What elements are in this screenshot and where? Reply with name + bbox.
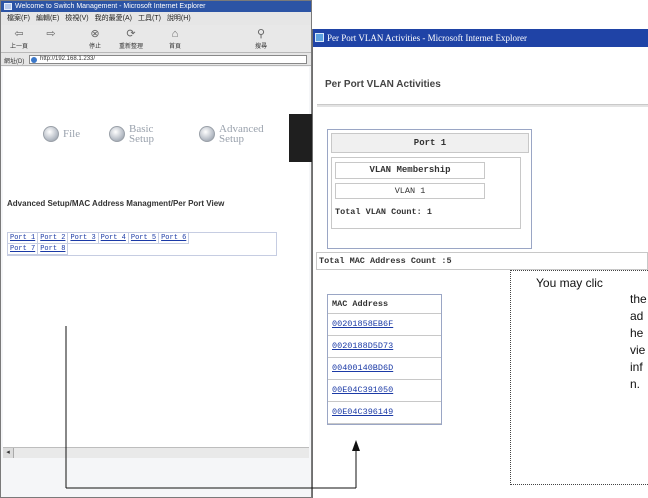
mac-address-link[interactable]: 0020188D5D73 xyxy=(328,336,441,358)
page-title: Per Port VLAN Activities xyxy=(325,79,441,90)
total-vlan-count: Total VLAN Count: 1 xyxy=(335,207,432,217)
menu-edit[interactable]: 編輯(E) xyxy=(36,12,59,25)
nav-file-label: File xyxy=(63,128,81,140)
port-row: Port 7 Port 8 xyxy=(8,244,276,255)
total-mac-count: Total MAC Address Count :5 xyxy=(316,252,648,270)
refresh-icon: ⟳ xyxy=(126,28,136,40)
callout-line-6: inf xyxy=(630,360,643,374)
nav-basic-setup-label: Basic Setup xyxy=(129,124,155,145)
mac-address-link[interactable]: 00400140BD6D xyxy=(328,358,441,380)
main-window-title: Welcome to Switch Management - Microsoft… xyxy=(15,3,206,10)
port-info-panel: Port 1 VLAN Membership VLAN 1 Total VLAN… xyxy=(327,129,532,249)
callout-line-4: he xyxy=(630,326,644,340)
ie-icon xyxy=(4,3,12,10)
port-link-3[interactable]: Port 3 xyxy=(68,233,99,244)
menu-file[interactable]: 檔案(F) xyxy=(7,12,30,25)
mac-address-header: MAC Address xyxy=(328,295,441,314)
refresh-button[interactable]: ⟳ 重新整理 xyxy=(117,27,145,51)
home-icon: ⌂ xyxy=(171,28,179,40)
forward-arrow-icon: ⇨ xyxy=(46,28,56,40)
menu-favorites[interactable]: 我的最愛(A) xyxy=(95,12,132,25)
refresh-label: 重新整理 xyxy=(118,44,143,50)
radio-bullet-icon xyxy=(109,126,125,142)
callout-line-2: the xyxy=(630,292,647,306)
main-window-titlebar[interactable]: Welcome to Switch Management - Microsoft… xyxy=(1,1,311,12)
menu-bar: 檔案(F) 編輯(E) 檢視(V) 我的最愛(A) 工具(T) 說明(H) xyxy=(1,12,311,25)
port-link-7[interactable]: Port 7 xyxy=(8,244,39,255)
address-label: 網址(D) xyxy=(4,59,25,65)
port-link-5[interactable]: Port 5 xyxy=(128,233,160,244)
callout-line-1: You may clic xyxy=(536,276,603,290)
port-title: Port 1 xyxy=(331,133,529,153)
nav-basic-setup-button[interactable]: Basic Setup xyxy=(109,121,154,147)
search-icon: ⚲ xyxy=(256,28,266,40)
address-value: http://192.168.1.233/ xyxy=(40,56,96,62)
mac-address-link[interactable]: 00E04C391050 xyxy=(328,380,441,402)
callout-line-3: ad xyxy=(630,309,644,323)
mac-address-table: MAC Address 00201858EB6F 0020188D5D73 00… xyxy=(327,294,442,425)
callout-line-7: n. xyxy=(630,377,641,391)
search-label: 搜尋 xyxy=(254,44,267,50)
mac-address-link[interactable]: 00E04C396149 xyxy=(328,402,441,424)
radio-bullet-icon xyxy=(43,126,59,142)
search-button[interactable]: ⚲ 搜尋 xyxy=(247,27,275,51)
annotation-callout: You may clic the ad he vie inf n. xyxy=(510,270,648,485)
main-page-content: File Basic Setup Advanced Setup Advanced… xyxy=(3,67,313,447)
stop-button[interactable]: ⊗ 停止 xyxy=(81,27,109,51)
address-bar: 網址(D) http://192.168.1.233/ xyxy=(1,53,311,66)
port-link-8[interactable]: Port 8 xyxy=(38,244,69,255)
stop-label: 停止 xyxy=(88,44,101,50)
heading-divider xyxy=(317,104,648,107)
popup-title: Per Port VLAN Activities - Microsoft Int… xyxy=(327,33,528,43)
callout-line-5: vie xyxy=(630,343,646,357)
menu-view[interactable]: 檢視(V) xyxy=(65,12,88,25)
mac-address-link[interactable]: 00201858EB6F xyxy=(328,314,441,336)
port-row: Port 1 Port 2 Port 3 Port 4 Port 5 Port … xyxy=(8,233,276,244)
menu-tools[interactable]: 工具(T) xyxy=(138,12,161,25)
radio-bullet-icon xyxy=(199,126,215,142)
ie-icon xyxy=(315,33,324,42)
browser-window-main: Welcome to Switch Management - Microsoft… xyxy=(0,0,313,498)
toolbar: ⇦ 上一頁 ⇨ ⊗ 停止 ⟳ 重新整理 ⌂ 首頁 ⚲ 搜尋 xyxy=(1,25,311,53)
nav-dark-panel xyxy=(289,114,313,162)
scroll-left-arrow-icon[interactable]: ◂ xyxy=(3,448,14,458)
vlan-item: VLAN 1 xyxy=(335,183,485,199)
page-icon xyxy=(31,57,37,63)
forward-button[interactable]: ⇨ xyxy=(37,27,65,51)
address-field[interactable]: http://192.168.1.233/ xyxy=(29,55,307,64)
horizontal-scrollbar[interactable]: ◂ xyxy=(3,447,309,458)
menu-help[interactable]: 說明(H) xyxy=(167,12,191,25)
nav-advanced-setup-label-line2: Setup xyxy=(219,133,245,145)
home-button[interactable]: ⌂ 首頁 xyxy=(161,27,189,51)
port-link-2[interactable]: Port 2 xyxy=(38,233,69,244)
stop-icon: ⊗ xyxy=(90,28,100,40)
nav-file-button[interactable]: File xyxy=(43,121,80,147)
port-links-table: Port 1 Port 2 Port 3 Port 4 Port 5 Port … xyxy=(7,232,277,256)
home-label: 首頁 xyxy=(168,44,181,50)
breadcrumb: Advanced Setup/MAC Address Managment/Per… xyxy=(7,199,225,208)
popup-titlebar[interactable]: Per Port VLAN Activities - Microsoft Int… xyxy=(313,29,648,47)
vlan-membership-box: VLAN Membership VLAN 1 Total VLAN Count:… xyxy=(331,157,521,229)
back-arrow-icon: ⇦ xyxy=(14,28,24,40)
back-label: 上一頁 xyxy=(9,44,28,50)
port-link-1[interactable]: Port 1 xyxy=(8,233,39,244)
back-button[interactable]: ⇦ 上一頁 xyxy=(5,27,33,51)
nav-basic-setup-label-line2: Setup xyxy=(129,133,155,145)
nav-advanced-setup-label: Advanced Setup xyxy=(219,124,264,145)
port-link-4[interactable]: Port 4 xyxy=(98,233,129,244)
port-link-6[interactable]: Port 6 xyxy=(159,233,190,244)
nav-advanced-setup-button[interactable]: Advanced Setup xyxy=(199,121,264,147)
vlan-membership-header: VLAN Membership xyxy=(335,162,485,179)
